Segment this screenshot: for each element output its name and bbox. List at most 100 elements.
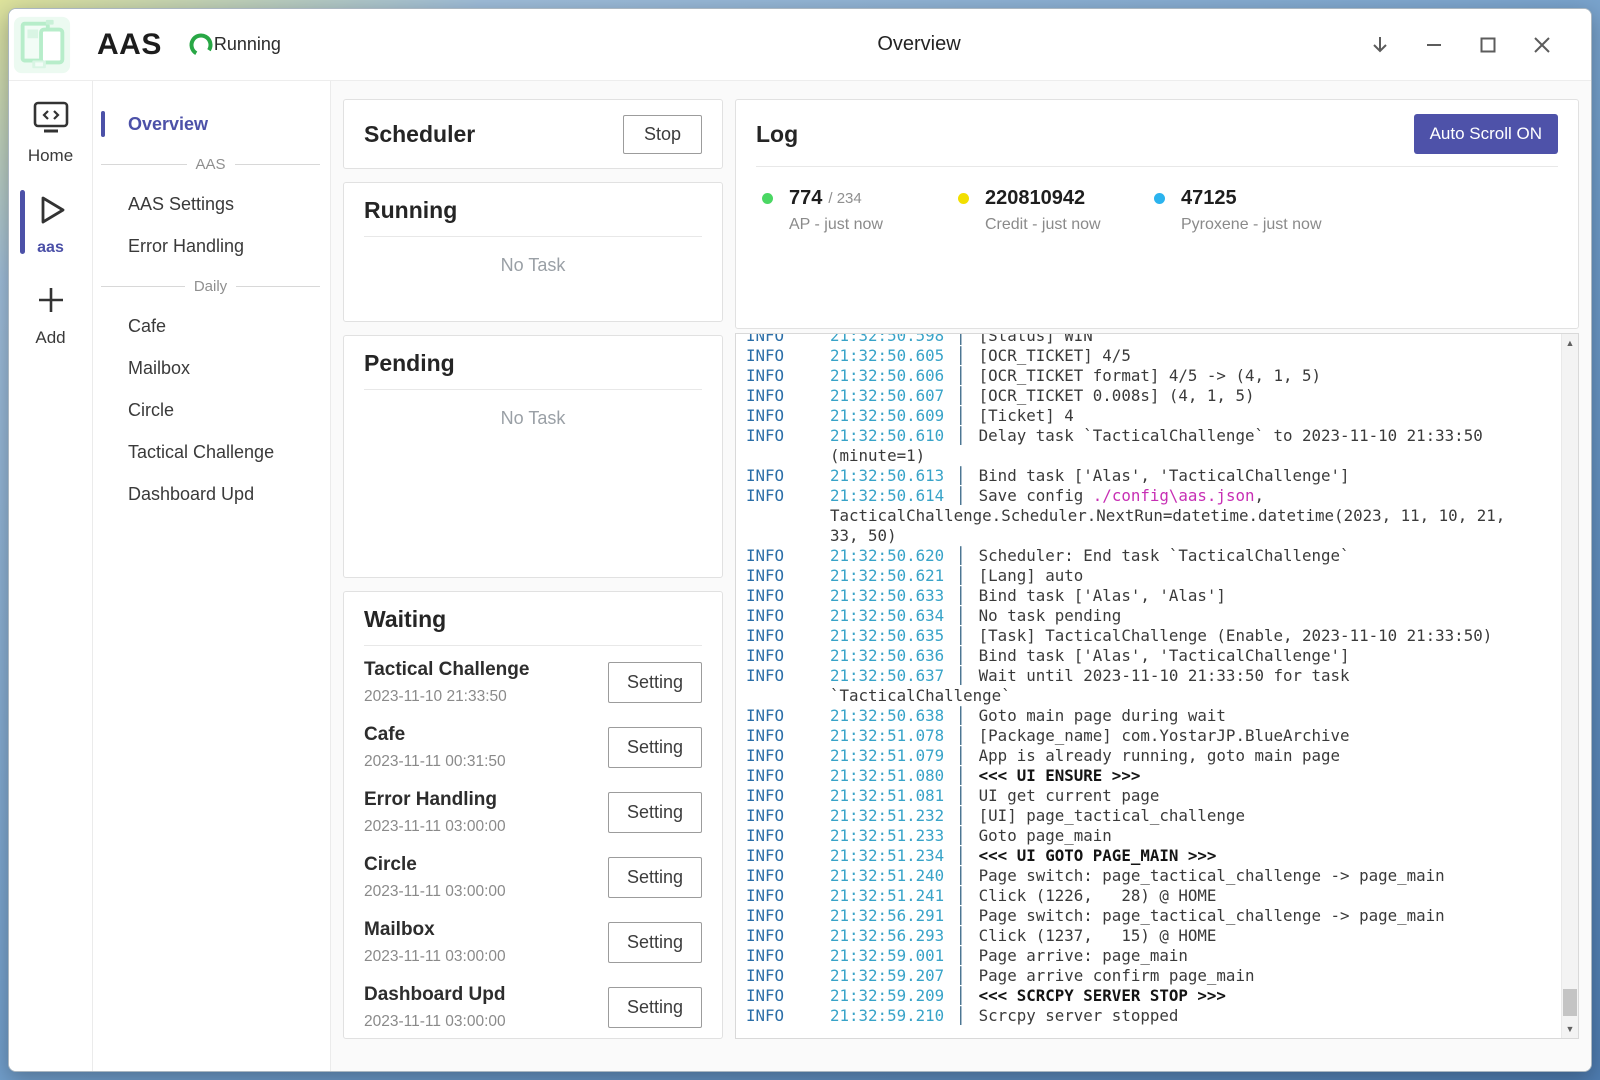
sidebar-item-cafe[interactable]: Cafe bbox=[93, 305, 330, 347]
rail-item-aas[interactable]: aas bbox=[9, 186, 92, 263]
monitor-code-icon bbox=[33, 101, 69, 135]
setting-button[interactable]: Setting bbox=[608, 857, 702, 898]
task-name: Cafe bbox=[364, 724, 506, 746]
sidebar-item-overview[interactable]: Overview bbox=[93, 103, 330, 145]
stat-value: 47125 bbox=[1181, 187, 1237, 210]
log-timestamp: 21:32:50.633 bbox=[830, 586, 944, 605]
log-timestamp: 21:32:50.634 bbox=[830, 606, 944, 625]
rail-item-label: aas bbox=[37, 239, 64, 257]
pipe-divider: │ bbox=[944, 406, 979, 425]
pipe-divider: │ bbox=[944, 546, 979, 565]
stop-button[interactable]: Stop bbox=[623, 115, 702, 154]
status-text: Running bbox=[214, 34, 281, 55]
scroll-up-arrow-icon[interactable]: ▲ bbox=[1562, 334, 1578, 352]
pipe-divider: │ bbox=[944, 986, 979, 1005]
log-message: 21:32:50.621│[Lang] auto bbox=[830, 566, 1532, 586]
sidebar-item-error-handling[interactable]: Error Handling bbox=[93, 225, 330, 267]
rail-item-add[interactable]: Add bbox=[9, 277, 92, 354]
log-level: INFO bbox=[746, 546, 830, 566]
sidebar-item-mailbox[interactable]: Mailbox bbox=[93, 347, 330, 389]
group-divider-line bbox=[101, 286, 185, 287]
log-content: INFO21:32:50.598│[Status] WININFO21:32:5… bbox=[736, 334, 1561, 1038]
scrollbar-thumb[interactable] bbox=[1563, 989, 1577, 1016]
pipe-divider: │ bbox=[944, 826, 979, 845]
waiting-task-row: Dashboard Upd2023-11-11 03:00:00Setting bbox=[364, 975, 702, 1038]
pipe-divider: │ bbox=[944, 846, 979, 865]
log-timestamp: 21:32:50.598 bbox=[830, 334, 944, 345]
stat-value-row: 220810942 bbox=[958, 187, 1154, 210]
task-name: Tactical Challenge bbox=[364, 659, 529, 681]
pipe-divider: │ bbox=[944, 746, 979, 765]
log-line: INFO21:32:50.621│[Lang] auto bbox=[746, 566, 1532, 586]
log-message: 21:32:51.233│Goto page_main bbox=[830, 826, 1532, 846]
sidebar-item-aas-settings[interactable]: AAS Settings bbox=[93, 183, 330, 225]
log-console: INFO21:32:50.598│[Status] WININFO21:32:5… bbox=[735, 333, 1579, 1039]
log-line: INFO21:32:51.081│UI get current page bbox=[746, 786, 1532, 806]
log-level: INFO bbox=[746, 386, 830, 406]
group-divider-line bbox=[235, 164, 321, 165]
log-message: 21:32:50.609│[Ticket] 4 bbox=[830, 406, 1532, 426]
pipe-divider: │ bbox=[944, 466, 979, 485]
log-card: Log Auto Scroll ON 774/ 234AP - just now… bbox=[735, 99, 1579, 329]
log-scrollbar[interactable]: ▲ ▼ bbox=[1561, 334, 1578, 1038]
log-level: INFO bbox=[746, 986, 830, 1006]
log-line: INFO21:32:51.079│App is already running,… bbox=[746, 746, 1532, 766]
log-line: INFO21:32:59.210│Scrcpy server stopped bbox=[746, 1006, 1532, 1026]
log-message: 21:32:56.293│Click (1237, 15) @ HOME bbox=[830, 926, 1532, 946]
log-level: INFO bbox=[746, 706, 830, 726]
menu-group-aas: AAS bbox=[93, 145, 330, 183]
pipe-divider: │ bbox=[944, 566, 979, 585]
pipe-divider: │ bbox=[944, 626, 979, 645]
log-line: INFO21:32:50.637│Wait until 2023-11-10 2… bbox=[746, 666, 1532, 706]
rail-item-home[interactable]: Home bbox=[9, 95, 92, 172]
task-info: Error Handling2023-11-11 03:00:00 bbox=[364, 789, 506, 836]
log-level: INFO bbox=[746, 426, 830, 466]
log-timestamp: 21:32:59.209 bbox=[830, 986, 944, 1005]
sidebar-item-label: Cafe bbox=[128, 316, 166, 337]
add-icon bbox=[34, 283, 68, 322]
setting-button[interactable]: Setting bbox=[608, 662, 702, 703]
log-level: INFO bbox=[746, 886, 830, 906]
stat-label: Credit - just now bbox=[985, 216, 1154, 234]
status-indicator: Running bbox=[188, 32, 281, 58]
waiting-task-row: Circle2023-11-11 03:00:00Setting bbox=[364, 845, 702, 910]
log-timestamp: 21:32:51.079 bbox=[830, 746, 944, 765]
close-button[interactable] bbox=[1515, 23, 1569, 67]
log-line: INFO21:32:51.080│<<< UI ENSURE >>> bbox=[746, 766, 1532, 786]
sidebar-item-tactical-challenge[interactable]: Tactical Challenge bbox=[93, 431, 330, 473]
status-dot-icon bbox=[1154, 193, 1165, 204]
log-level: INFO bbox=[746, 926, 830, 946]
setting-button[interactable]: Setting bbox=[608, 922, 702, 963]
sidebar-item-circle[interactable]: Circle bbox=[93, 389, 330, 431]
log-line: INFO21:32:56.293│Click (1237, 15) @ HOME bbox=[746, 926, 1532, 946]
pipe-divider: │ bbox=[944, 966, 979, 985]
log-message: 21:32:50.634│No task pending bbox=[830, 606, 1532, 626]
log-level: INFO bbox=[746, 826, 830, 846]
log-message: 21:32:50.633│Bind task ['Alas', 'Alas'] bbox=[830, 586, 1532, 606]
pipe-divider: │ bbox=[944, 866, 979, 885]
scroll-down-arrow-icon[interactable]: ▼ bbox=[1562, 1020, 1578, 1038]
log-timestamp: 21:32:50.605 bbox=[830, 346, 944, 365]
running-card: Running No Task bbox=[343, 182, 723, 322]
pipe-divider: │ bbox=[944, 346, 979, 365]
active-indicator bbox=[101, 111, 105, 137]
pipe-divider: │ bbox=[944, 886, 979, 905]
auto-scroll-toggle[interactable]: Auto Scroll ON bbox=[1414, 114, 1558, 154]
maximize-button[interactable] bbox=[1461, 23, 1515, 67]
brand: AAS Running bbox=[9, 14, 281, 76]
download-update-button[interactable] bbox=[1353, 23, 1407, 67]
setting-button[interactable]: Setting bbox=[608, 792, 702, 833]
setting-button[interactable]: Setting bbox=[608, 727, 702, 768]
task-next-run: 2023-11-11 03:00:00 bbox=[364, 883, 506, 901]
minimize-icon bbox=[1425, 36, 1443, 54]
log-line: INFO21:32:50.606│[OCR_TICKET format] 4/5… bbox=[746, 366, 1532, 386]
minimize-button[interactable] bbox=[1407, 23, 1461, 67]
sidebar-item-dashboard-upd[interactable]: Dashboard Upd bbox=[93, 473, 330, 515]
log-line: INFO21:32:51.241│Click (1226, 28) @ HOME bbox=[746, 886, 1532, 906]
stat-pyroxene: 47125Pyroxene - just now bbox=[1154, 187, 1350, 234]
log-message: 21:32:51.081│UI get current page bbox=[830, 786, 1532, 806]
setting-button[interactable]: Setting bbox=[608, 987, 702, 1028]
log-message: 21:32:59.209│<<< SCRCPY SERVER STOP >>> bbox=[830, 986, 1532, 1006]
log-message: 21:32:51.241│Click (1226, 28) @ HOME bbox=[830, 886, 1532, 906]
rail-item-label: Add bbox=[35, 328, 65, 348]
